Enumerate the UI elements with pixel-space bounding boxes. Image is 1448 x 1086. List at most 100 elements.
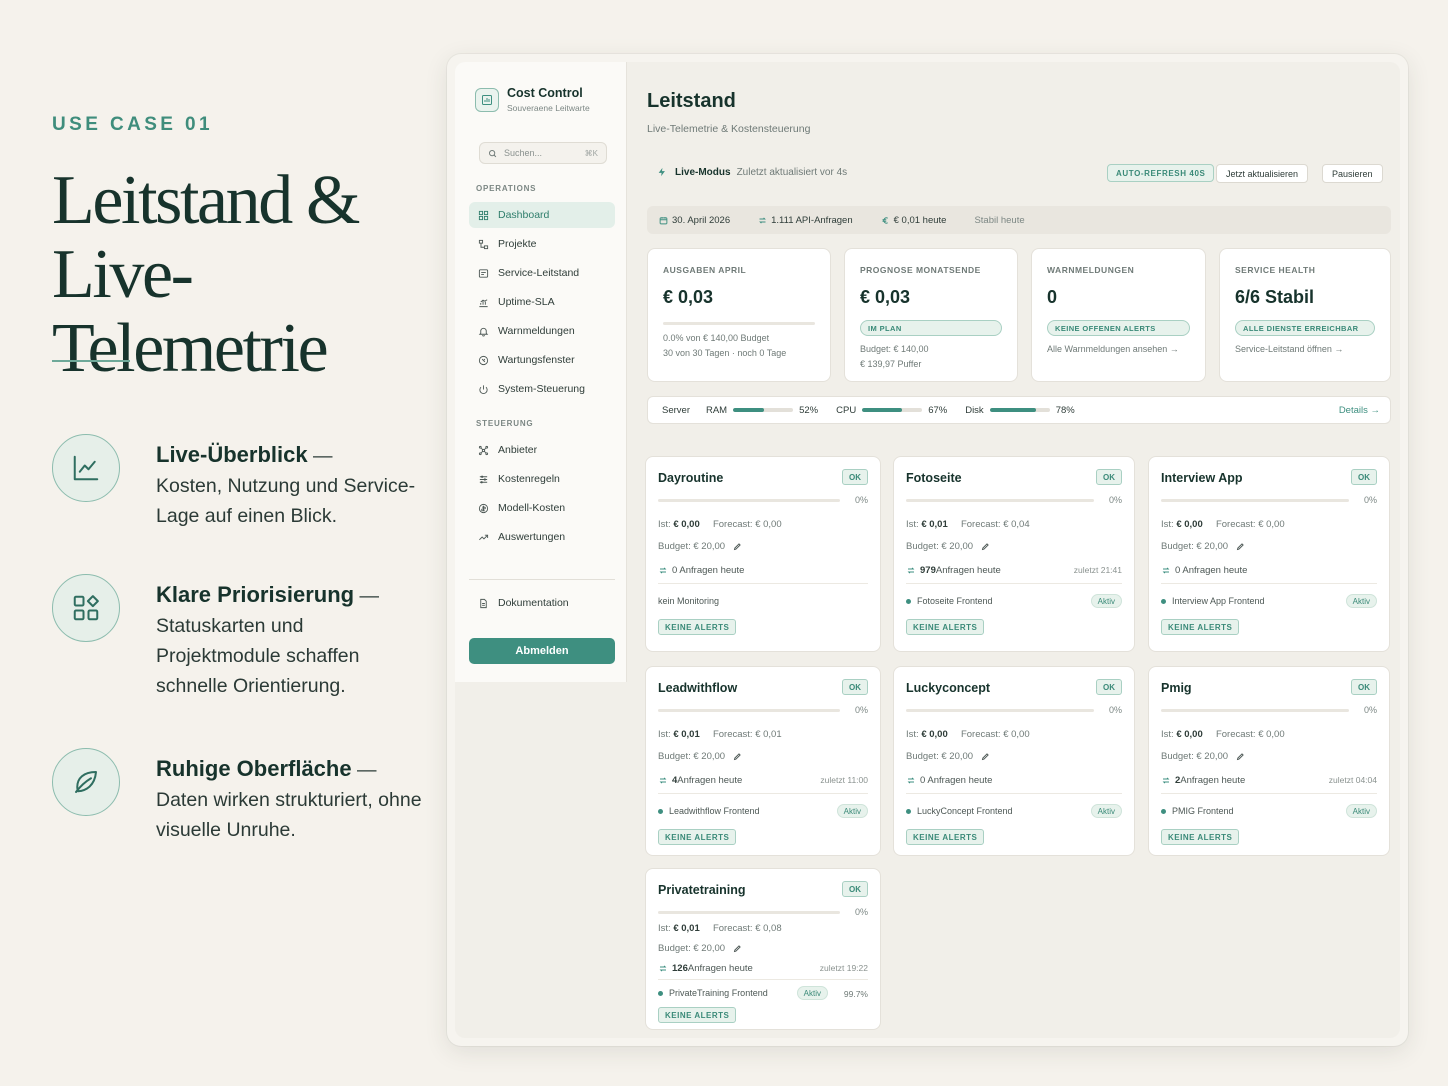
last-request-time: zuletzt 04:04: [1328, 775, 1377, 785]
sidebar-item-projekte[interactable]: Projekte: [469, 231, 615, 257]
alerts-badge: KEINE ALERTS: [658, 1007, 737, 1023]
marketing-panel: USE CASE 01 Leitstand & Live-Telemetrie …: [52, 0, 422, 1086]
pencil-icon[interactable]: [1236, 752, 1245, 761]
project-card[interactable]: Leadwithflow OK 0% Ist: € 0,01 Forecast:…: [645, 666, 881, 856]
sidebar-item-wartungsfenster[interactable]: Wartungsfenster: [469, 347, 615, 373]
pencil-icon[interactable]: [1236, 542, 1245, 551]
cost-line: Ist: € 0,00 Forecast: € 0,00: [1161, 519, 1285, 530]
status-dot: [658, 808, 663, 814]
nav-section-operations: OPERATIONS: [476, 184, 537, 193]
brand-name: Cost Control: [507, 86, 583, 100]
budget-line: Budget: € 20,00: [1161, 541, 1245, 552]
card-divider: [906, 793, 1122, 794]
cost-line: Ist: € 0,01 Forecast: € 0,01: [658, 729, 782, 740]
budget-progress-bar: [658, 499, 840, 502]
budget-progress-bar: [1161, 709, 1349, 712]
sidebar-item-uptime-sla[interactable]: Uptime-SLA: [469, 289, 615, 315]
app-window: Cost Control Souveraene Leitwarte Suchen…: [447, 54, 1408, 1046]
sidebar-item-anbieter[interactable]: Anbieter: [469, 437, 615, 463]
project-name: Interview App: [1161, 471, 1243, 485]
sidebar-item-service-leitstand[interactable]: Service-Leitstand: [469, 260, 615, 286]
cost-line: Ist: € 0,00 Forecast: € 0,00: [906, 729, 1030, 740]
project-card[interactable]: Fotoseite OK 0% Ist: € 0,01 Forecast: € …: [893, 456, 1135, 652]
pencil-icon[interactable]: [733, 944, 742, 953]
pencil-icon[interactable]: [981, 752, 990, 761]
hierarchy-icon: [478, 239, 489, 249]
project-card[interactable]: Luckyconcept OK 0% Ist: € 0,00 Forecast:…: [893, 666, 1135, 856]
sidebar-item-warnmeldungen[interactable]: Warnmeldungen: [469, 318, 615, 344]
headline-line-1: Leitstand &: [52, 162, 360, 239]
alerts-badge: KEINE ALERTS: [658, 829, 737, 845]
headline: Leitstand & Live-Telemetrie: [52, 164, 432, 386]
auto-refresh-toggle[interactable]: AUTO-REFRESH 40S: [1107, 164, 1215, 182]
brand-subtitle: Souveraene Leitwarte: [507, 103, 590, 113]
status-date: 30. April 2026: [659, 215, 744, 226]
project-card[interactable]: Interview App OK 0% Ist: € 0,00 Forecast…: [1148, 456, 1390, 652]
kpi-card-service-health: SERVICE HEALTH 6/6 Stabil ALLE DIENSTE E…: [1219, 248, 1391, 382]
pencil-icon[interactable]: [733, 542, 742, 551]
card-divider: [658, 793, 868, 794]
pause-button[interactable]: Pausieren: [1322, 164, 1383, 183]
cpu-meter: CPU 67%: [836, 404, 948, 416]
status-today-cost: € 0,01 heute: [881, 215, 961, 226]
sidebar-item-dokumentation[interactable]: Dokumentation: [469, 590, 615, 616]
page-subtitle: Live-Telemetrie & Kostensteuerung: [647, 123, 811, 135]
search-input[interactable]: Suchen... ⌘K: [479, 142, 607, 164]
swap-icon: [1162, 777, 1170, 784]
card-divider: [1161, 793, 1377, 794]
details-link[interactable]: Details →: [1339, 405, 1380, 416]
aktiv-badge: Aktiv: [1345, 594, 1377, 608]
sidebar-item-system-steuerung[interactable]: System-Steuerung: [469, 376, 615, 402]
aktiv-badge: Aktiv: [1090, 594, 1122, 608]
card-divider: [658, 583, 868, 584]
network-icon: [478, 445, 489, 455]
sidebar-item-auswertungen[interactable]: Auswertungen: [469, 524, 615, 550]
project-name: Leadwithflow: [658, 681, 738, 695]
status-api-requests: 1.111 API-Anfragen: [758, 215, 867, 226]
sidebar-item-dashboard[interactable]: Dashboard: [469, 202, 615, 228]
status-badge: KEINE OFFENEN ALERTS: [1047, 320, 1190, 336]
project-name: Dayroutine: [658, 471, 724, 485]
status-badge: OK: [842, 679, 868, 695]
sidebar-item-kostenregeln[interactable]: Kostenregeln: [469, 466, 615, 492]
leaf-icon: [52, 748, 120, 816]
sidebar-item-modell-kosten[interactable]: Modell-Kosten: [469, 495, 615, 521]
aktiv-badge: Aktiv: [796, 986, 828, 1000]
cost-line: Ist: € 0,01 Forecast: € 0,04: [906, 519, 1030, 530]
budget-percent: 0%: [1108, 495, 1122, 505]
aktiv-badge: Aktiv: [1345, 804, 1377, 818]
project-card[interactable]: Privatetraining OK 0% Ist: € 0,01 Foreca…: [645, 868, 881, 1030]
project-card[interactable]: Pmig OK 0% Ist: € 0,00 Forecast: € 0,00 …: [1148, 666, 1390, 856]
nav-section-steuerung: STEUERUNG: [476, 419, 534, 428]
logout-button[interactable]: Abmelden: [469, 638, 615, 664]
brand[interactable]: Cost Control Souveraene Leitwarte: [475, 86, 590, 113]
pencil-icon[interactable]: [733, 752, 742, 761]
alerts-badge: KEINE ALERTS: [1161, 829, 1240, 845]
pencil-icon[interactable]: [981, 542, 990, 551]
live-mode-label: Live-Modus: [675, 166, 731, 178]
alerts-badge: KEINE ALERTS: [658, 619, 737, 635]
kpi-card-alerts: WARNMELDUNGEN 0 KEINE OFFENEN ALERTS All…: [1031, 248, 1206, 382]
budget-percent: 0%: [1108, 705, 1122, 715]
status-dot: [1161, 808, 1166, 814]
status-badge: OK: [1096, 469, 1122, 485]
last-request-time: zuletzt 19:22: [819, 963, 868, 973]
app-inner: Cost Control Souveraene Leitwarte Suchen…: [455, 62, 1400, 1038]
project-card[interactable]: Dayroutine OK 0% Ist: € 0,00 Forecast: €…: [645, 456, 881, 652]
budget-percent: 0%: [854, 495, 868, 505]
refresh-now-button[interactable]: Jetzt aktualisieren: [1216, 164, 1309, 183]
status-badge: IM PLAN: [860, 320, 1002, 336]
project-name: Fotoseite: [906, 471, 962, 485]
spend-progress-bar: [663, 322, 815, 325]
monitor-line: LuckyConcept Frontend: [906, 806, 1013, 816]
server-metrics: Server RAM 52% CPU 67% Disk 78% Details …: [647, 396, 1391, 424]
service-link[interactable]: Service-Leitstand öffnen →: [1235, 342, 1375, 357]
disk-meter: Disk 78%: [965, 404, 1075, 416]
swap-icon: [659, 965, 667, 972]
alerts-link[interactable]: Alle Warnmeldungen ansehen →: [1047, 342, 1190, 357]
budget-line: Budget: € 20,00: [658, 751, 742, 762]
requests-line: 0 Anfragen heute: [906, 775, 992, 786]
budget-percent: 0%: [854, 705, 868, 715]
lightning-icon: [658, 167, 665, 177]
requests-line: 0 Anfragen heute: [658, 565, 744, 576]
